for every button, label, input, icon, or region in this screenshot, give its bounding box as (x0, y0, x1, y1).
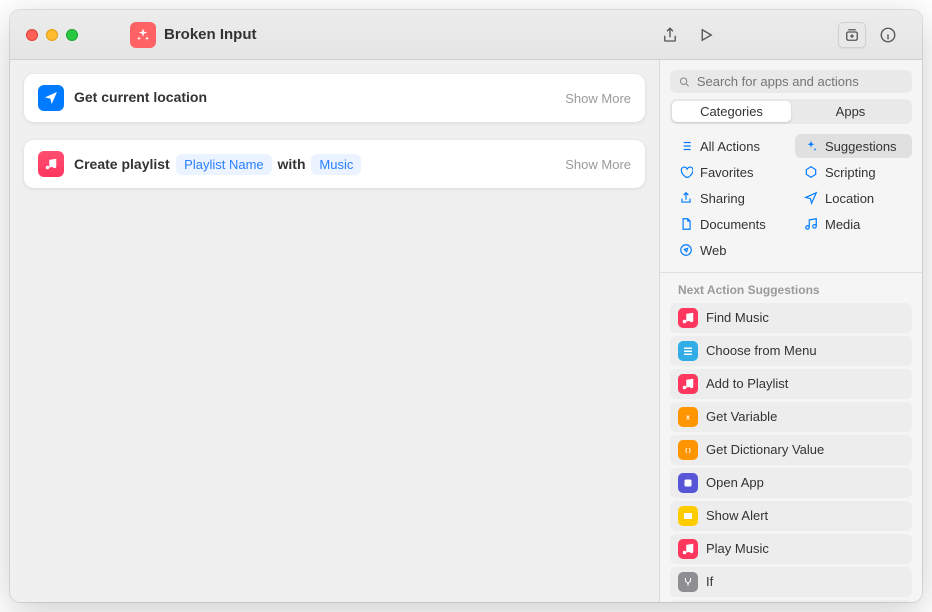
action-library: Categories Apps All Actions Suggestions Fa… (660, 60, 922, 602)
suggestion-play-music[interactable]: Play Music (670, 534, 912, 564)
category-label: Location (825, 191, 874, 206)
heart-icon (678, 164, 694, 180)
suggestion-label: Show Alert (706, 508, 768, 523)
doc-icon (678, 216, 694, 232)
media-icon (803, 216, 819, 232)
music-icon (38, 151, 64, 177)
category-suggestions[interactable]: Suggestions (795, 134, 912, 158)
category-documents[interactable]: Documents (670, 212, 787, 236)
category-label: Sharing (700, 191, 745, 206)
parameter-token[interactable]: Music (311, 154, 361, 175)
action-card[interactable]: Get current location Show More (24, 74, 645, 122)
suggestion-choose-from-menu[interactable]: Choose from Menu (670, 336, 912, 366)
action-body: Get current location (74, 89, 207, 107)
suggestion-show-result[interactable]: Show Result (670, 600, 912, 602)
parameter-token[interactable]: Playlist Name (176, 154, 271, 175)
category-web[interactable]: Web (670, 238, 787, 262)
sparkle-icon (803, 138, 819, 154)
category-label: Media (825, 217, 860, 232)
svg-text:{ }: { } (685, 448, 692, 454)
minimize-button[interactable] (46, 29, 58, 41)
divider (660, 272, 922, 273)
window-controls (26, 29, 78, 41)
workflow-editor[interactable]: Get current locationShow MoreCreate play… (10, 60, 660, 602)
app-icon (678, 473, 698, 493)
info-button[interactable] (874, 22, 902, 48)
categories-tab[interactable]: Categories (672, 101, 791, 122)
category-grid: All Actions Suggestions Favorites Scripting… (660, 134, 922, 272)
suggestion-get-dictionary-value[interactable]: { } Get Dictionary Value (670, 435, 912, 465)
category-all-actions[interactable]: All Actions (670, 134, 787, 158)
category-label: Documents (700, 217, 766, 232)
run-button[interactable] (692, 22, 720, 48)
app-window: Broken Input Get current location Show Mo… (10, 10, 922, 602)
suggestion-open-app[interactable]: Open App (670, 468, 912, 498)
share-button[interactable] (656, 22, 684, 48)
category-scripting[interactable]: Scripting (795, 160, 912, 184)
category-media[interactable]: Media (795, 212, 912, 236)
var-icon: x (678, 407, 698, 427)
zoom-button[interactable] (66, 29, 78, 41)
category-sharing[interactable]: Sharing (670, 186, 787, 210)
branch-icon (678, 572, 698, 592)
content-area: Get current locationShow MoreCreate play… (10, 60, 922, 602)
suggestions-list: Find Music Choose from Menu Add to Playlis… (660, 303, 922, 602)
music-icon (678, 539, 698, 559)
suggestion-label: If (706, 574, 713, 589)
menu-icon (678, 341, 698, 361)
music-icon (678, 374, 698, 394)
suggestion-label: Get Variable (706, 409, 777, 424)
suggestion-get-variable[interactable]: x Get Variable (670, 402, 912, 432)
show-more-button[interactable]: Show More (565, 91, 631, 106)
suggestion-if[interactable]: If (670, 567, 912, 597)
suggestion-label: Get Dictionary Value (706, 442, 824, 457)
apps-tab[interactable]: Apps (791, 101, 910, 122)
category-label: Suggestions (825, 139, 897, 154)
suggestion-show-alert[interactable]: Show Alert (670, 501, 912, 531)
action-title: Create playlist (74, 156, 170, 172)
category-label: Scripting (825, 165, 876, 180)
location-arrow-icon (38, 85, 64, 111)
suggestion-add-to-playlist[interactable]: Add to Playlist (670, 369, 912, 399)
show-more-button[interactable]: Show More (565, 157, 631, 172)
dict-icon: { } (678, 440, 698, 460)
titlebar: Broken Input (10, 10, 922, 60)
search-icon (678, 75, 691, 89)
action-text: with (274, 156, 310, 172)
category-location[interactable]: Location (795, 186, 912, 210)
suggestion-label: Choose from Menu (706, 343, 817, 358)
alert-icon (678, 506, 698, 526)
category-favorites[interactable]: Favorites (670, 160, 787, 184)
suggestion-label: Open App (706, 475, 764, 490)
suggestion-find-music[interactable]: Find Music (670, 303, 912, 333)
category-label: Favorites (700, 165, 753, 180)
svg-text:x: x (686, 414, 690, 421)
close-button[interactable] (26, 29, 38, 41)
script-icon (803, 164, 819, 180)
category-label: Web (700, 243, 727, 258)
workflow-title: Broken Input (164, 26, 257, 43)
suggestion-label: Find Music (706, 310, 769, 325)
search-field[interactable] (670, 70, 912, 93)
library-toggle-button[interactable] (838, 22, 866, 48)
location-icon (803, 190, 819, 206)
safari-icon (678, 242, 694, 258)
library-mode-segmented[interactable]: Categories Apps (670, 99, 912, 124)
suggestion-label: Add to Playlist (706, 376, 788, 391)
search-input[interactable] (697, 74, 904, 89)
share-icon (678, 190, 694, 206)
suggestions-header: Next Action Suggestions (660, 279, 922, 303)
music-icon (678, 308, 698, 328)
suggestion-label: Play Music (706, 541, 769, 556)
shortcut-app-icon (130, 22, 156, 48)
action-title: Get current location (74, 89, 207, 105)
action-body: Create playlist Playlist Name with Music (74, 154, 363, 175)
category-label: All Actions (700, 139, 760, 154)
list-icon (678, 138, 694, 154)
action-card[interactable]: Create playlist Playlist Name with Music… (24, 140, 645, 188)
